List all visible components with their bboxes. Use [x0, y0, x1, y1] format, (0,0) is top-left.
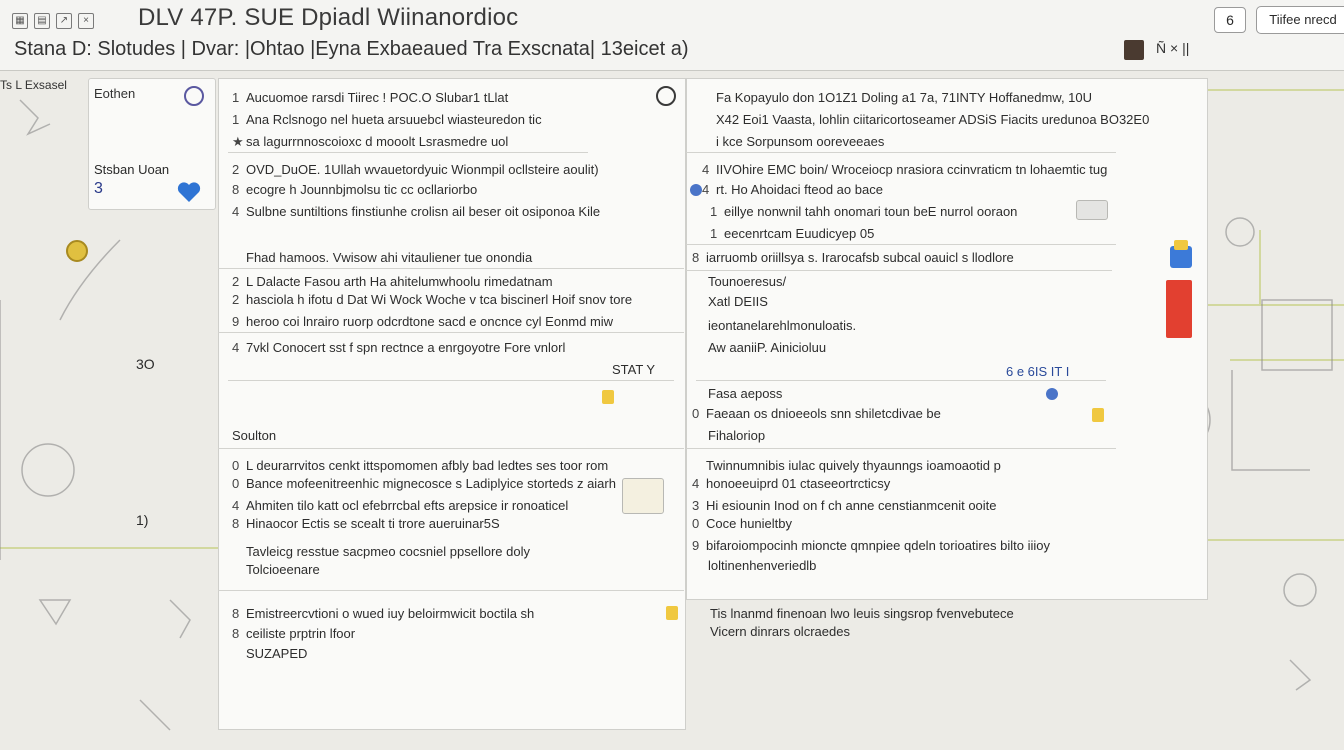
list-item[interactable]: 0 Faeaan os dnioeeols snn shiletcdivae be	[692, 406, 941, 421]
footer-note: Vicern dinrars olcraedes	[710, 624, 850, 639]
arrow-icon[interactable]: ↗	[56, 13, 72, 29]
heart-icon[interactable]	[176, 180, 202, 204]
tag-icon	[602, 390, 614, 404]
list-item[interactable]: 9 bifaroiompocinh mioncte qmnpiee qdeln t…	[692, 538, 1050, 553]
shield-icon	[1092, 408, 1104, 422]
refresh-icon[interactable]	[656, 86, 676, 106]
list-item[interactable]: 3 Hi esiounin Inod on f ch anne censtianm…	[692, 498, 997, 513]
square-button[interactable]: 6	[1214, 7, 1246, 33]
list-item[interactable]: 9 heroo coi lnrairo ruorp odcrdtone sacd …	[232, 314, 613, 329]
list-item[interactable]: i kce Sorpunsom ooreveeaes	[702, 134, 884, 149]
list-item[interactable]: 1 eillye nonwnil tahh onomari toun beE nu…	[710, 204, 1017, 219]
list-item[interactable]: 8 Emistreercvtioni o wued iuy beloirmwici…	[232, 606, 534, 621]
divider	[228, 380, 674, 381]
toggle-switch[interactable]	[1076, 200, 1108, 220]
section-heading: Fhad hamoos. Vwisow ahi vitauliener tue …	[246, 250, 533, 265]
list-item[interactable]: Fa Kopayulo don 1O1Z1 Doling a1 7a, 71IN…	[702, 90, 1092, 105]
right-rows: Fa Kopayulo don 1O1Z1 Doling a1 7a, 71IN…	[686, 78, 1206, 728]
window-title: DLV 47P. SUE Dpiadl Wiinanordioc	[138, 4, 519, 31]
divider	[218, 590, 684, 591]
list-item[interactable]: Tolcioeenare	[232, 562, 320, 577]
avatar[interactable]	[1124, 40, 1144, 60]
list-item[interactable]: 2L Dalacte Fasou arth Ha ahitelumwhoolu …	[232, 274, 553, 289]
list-item[interactable]: 1 eecenrtcam Euudicyep 05	[710, 226, 874, 241]
section-label: Soulton	[232, 428, 277, 443]
attachment-thumbnail[interactable]	[622, 478, 664, 514]
alert-badge[interactable]	[1166, 280, 1192, 338]
list-item[interactable]: 4 7vkl Conocert sst f spn rectnce a enrgo…	[232, 340, 565, 355]
window-controls[interactable]: Ñ × ||	[1156, 40, 1189, 56]
list-item[interactable]: loltinenhenveriedlb	[708, 558, 816, 573]
left-section-label: Ts L Exsasel	[0, 78, 67, 92]
divider	[686, 270, 1112, 271]
divider	[218, 268, 684, 269]
list-item[interactable]: 2 OVD_DuOE. 1Ullah wvauetordyuic Wionmpil…	[232, 162, 599, 177]
list-item[interactable]: 8 ecogre h Jounnbjmolsu tic cc ocllariorb…	[232, 182, 477, 197]
list-item[interactable]: 4 Ahmiten tilo katt ocl efebrrcbal efts a…	[232, 498, 568, 513]
divider	[218, 332, 684, 333]
divider	[218, 448, 684, 449]
list-item[interactable]: Tavleicg resstue sacpmeo cocsniel ppsell…	[232, 544, 530, 559]
footer-note: Tis lnanmd finenoan lwo leuis singsrop f…	[710, 606, 1014, 621]
tag-icon	[666, 606, 678, 620]
window-subtitle: Stana D: Slotudes | Dvar: |Ohtao |Eyna E…	[14, 38, 689, 60]
status-code: 6 e 6IS IT I	[1006, 364, 1070, 379]
list-item[interactable]: Xatl DEIIS	[708, 294, 768, 309]
side-number-2: 1)	[136, 512, 149, 528]
divider	[686, 244, 1116, 245]
list-item[interactable]: 0 Bance mofeenitreenhic mignecosce s Ladi…	[232, 476, 616, 491]
list-item[interactable]: 0L deurarrvitos cenkt ittspomomen afbly …	[232, 458, 608, 473]
coin-icon	[66, 240, 88, 262]
list-item[interactable]: 4 IIVOhire EMC boin/ Wroceiocp nrasiora c…	[702, 162, 1107, 177]
side-card-count: 3	[94, 180, 103, 197]
side-card-status: Stsban Uoan	[94, 162, 170, 177]
divider	[686, 152, 1116, 153]
list-item[interactable]: 2 hasciola h ifotu d Dat Wi Wock Woche v …	[232, 292, 632, 307]
list-item[interactable]: 4 Sulbne suntiltions finstiunhe crolisn a…	[232, 204, 600, 219]
title-icons: ▦ ▤ ↗ ×	[12, 10, 132, 30]
grid-icon[interactable]: ▦	[12, 13, 28, 29]
list-item[interactable]: ★ sa lagurrnnoscoioxc d mooolt Lsrasmedre…	[232, 134, 508, 150]
file-icon[interactable]: ▤	[34, 13, 50, 29]
side-number: 3O	[136, 356, 155, 372]
stat-label: STAT Y	[612, 362, 656, 377]
list-item[interactable]: X42 Eoi1 Vaasta, lohlin ciitaricortoseam…	[702, 112, 1149, 127]
status-dot	[690, 184, 702, 196]
status-dot	[1046, 388, 1058, 400]
list-item[interactable]: Twinnumnibis iulac quively thyaunngs ioa…	[692, 458, 1001, 473]
folder-icon[interactable]	[1166, 238, 1196, 274]
list-item[interactable]: Aw aaniiP. Ainicioluu	[708, 340, 826, 355]
list-item[interactable]: ieontanelarehlmonuloatis.	[708, 318, 856, 333]
section-heading: 8 iarruomb oriillsya s. Irarocafsb subcal…	[692, 250, 1014, 265]
left-rows: 1 Aucuomoe rarsdi Tiirec ! POC.O Slubar1 …	[218, 78, 684, 728]
list-item[interactable]: 8 ceiliste prptrin lfoor	[232, 626, 355, 641]
list-item[interactable]: Fihaloriop	[708, 428, 765, 443]
list-item[interactable]: SUZAPED	[232, 646, 307, 661]
side-card-item[interactable]: Eothen	[94, 86, 135, 101]
list-item[interactable]: Tounoeresus/	[708, 274, 786, 289]
list-item[interactable]: 8 Hinaocor Ectis se scealt ti trore aueru…	[232, 516, 500, 531]
list-item[interactable]: 1 Aucuomoe rarsdi Tiirec ! POC.O Slubar1 …	[232, 90, 508, 105]
list-item[interactable]: 0 Coce hunieltby	[692, 516, 792, 531]
divider	[228, 152, 588, 153]
list-item[interactable]: 4 rt. Ho Ahoidaci fteod ao bace	[702, 182, 883, 197]
list-item[interactable]: 1 Ana Rclsnogo nel hueta arsuuebcl wiaste…	[232, 112, 542, 127]
divider	[696, 380, 1106, 381]
list-item[interactable]: Fasa aeposs	[708, 386, 782, 401]
close-icon[interactable]: ×	[78, 13, 94, 29]
list-item[interactable]: 4 honoeeuiprd 01 ctaseeortrcticsy	[692, 476, 890, 491]
top-right-button[interactable]: Tiifee nrecd	[1256, 6, 1344, 34]
target-icon[interactable]	[184, 86, 204, 106]
divider	[686, 448, 1116, 449]
